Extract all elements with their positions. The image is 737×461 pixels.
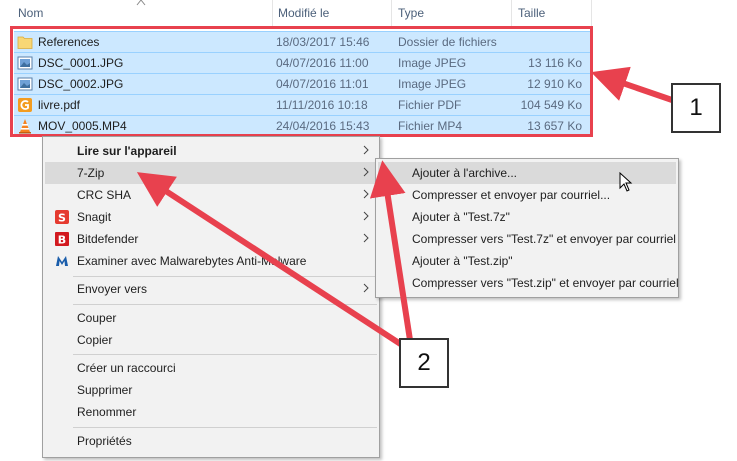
menu-item-label: Supprimer bbox=[77, 383, 133, 397]
file-size: 104 549 Ko bbox=[520, 98, 582, 112]
file-name: MOV_0005.MP4 bbox=[38, 119, 127, 133]
column-header: Nom Modifié le Type Taille bbox=[0, 0, 737, 26]
menu-item-play-on-device[interactable]: Lire sur l'appareil bbox=[45, 140, 377, 162]
svg-text:B: B bbox=[58, 234, 66, 247]
file-size: 13 657 Ko bbox=[527, 119, 582, 133]
menu-item-label: Propriétés bbox=[77, 434, 132, 448]
pdf-icon bbox=[18, 98, 32, 112]
menu-item-malwarebytes[interactable]: Examiner avec Malwarebytes Anti-Malware bbox=[45, 250, 377, 272]
menu-item-send-to[interactable]: Envoyer vers bbox=[45, 278, 377, 300]
file-type: Fichier MP4 bbox=[398, 119, 463, 133]
menu-item-add-to-7z[interactable]: Ajouter à "Test.7z" bbox=[378, 206, 676, 228]
file-date: 04/07/2016 11:00 bbox=[276, 56, 369, 70]
column-name[interactable]: Nom bbox=[18, 0, 43, 26]
file-name: References bbox=[38, 35, 100, 49]
menu-item-compress-7z-email[interactable]: Compresser vers "Test.7z" et envoyer par… bbox=[378, 228, 676, 250]
menu-item-crc-sha[interactable]: CRC SHA bbox=[45, 184, 377, 206]
chevron-right-icon bbox=[363, 167, 369, 177]
callout-1: 1 bbox=[671, 83, 721, 133]
file-size: 13 116 Ko bbox=[528, 56, 582, 70]
file-type: Image JPEG bbox=[398, 56, 467, 70]
svg-text:S: S bbox=[58, 212, 66, 225]
context-menu: Lire sur l'appareil 7-Zip CRC SHA S Snag… bbox=[42, 136, 380, 458]
chevron-right-icon bbox=[363, 283, 369, 293]
menu-item-compress-zip-email[interactable]: Compresser vers "Test.zip" et envoyer pa… bbox=[378, 272, 679, 294]
sort-ascending-icon bbox=[136, 0, 146, 6]
menu-item-label: Ajouter à "Test.7z" bbox=[412, 210, 510, 224]
column-type[interactable]: Type bbox=[398, 0, 424, 26]
7zip-submenu: Ajouter à l'archive... Compresser et env… bbox=[375, 158, 679, 298]
column-divider[interactable] bbox=[272, 0, 273, 26]
column-size[interactable]: Taille bbox=[518, 0, 545, 26]
menu-item-rename[interactable]: Renommer bbox=[45, 401, 377, 423]
snagit-icon: S bbox=[55, 210, 69, 225]
menu-item-label: Lire sur l'appareil bbox=[77, 144, 177, 158]
menu-item-delete[interactable]: Supprimer bbox=[45, 379, 377, 401]
file-row[interactable]: References 18/03/2017 15:46 Dossier de f… bbox=[14, 31, 590, 52]
menu-item-label: CRC SHA bbox=[77, 188, 132, 202]
menu-item-cut[interactable]: Couper bbox=[45, 307, 377, 329]
file-date: 24/04/2016 15:43 bbox=[276, 119, 370, 133]
menu-item-7zip[interactable]: 7-Zip bbox=[45, 162, 377, 184]
file-row[interactable]: livre.pdf 11/11/2016 10:18 Fichier PDF 1… bbox=[14, 94, 590, 115]
menu-item-label: Compresser vers "Test.zip" et envoyer pa… bbox=[412, 276, 679, 290]
image-icon bbox=[17, 77, 33, 91]
file-name: livre.pdf bbox=[38, 98, 81, 112]
file-type: Dossier de fichiers bbox=[398, 35, 497, 49]
file-type: Image JPEG bbox=[398, 77, 467, 91]
menu-item-label: Renommer bbox=[77, 405, 137, 419]
image-icon bbox=[17, 56, 33, 70]
menu-item-label: Ajouter à l'archive... bbox=[412, 166, 518, 180]
column-divider[interactable] bbox=[591, 0, 592, 26]
file-row[interactable]: MOV_0005.MP4 24/04/2016 15:43 Fichier MP… bbox=[14, 115, 590, 136]
chevron-right-icon bbox=[363, 233, 369, 243]
menu-separator bbox=[73, 276, 377, 277]
menu-item-label: Snagit bbox=[77, 210, 112, 224]
file-date: 11/11/2016 10:18 bbox=[276, 98, 368, 112]
menu-separator bbox=[73, 354, 377, 355]
menu-item-snagit[interactable]: S Snagit bbox=[45, 206, 377, 228]
file-name: DSC_0002.JPG bbox=[38, 77, 124, 91]
column-modified[interactable]: Modifié le bbox=[278, 0, 329, 26]
mouse-cursor-icon bbox=[619, 172, 633, 192]
malwarebytes-icon bbox=[56, 256, 68, 266]
chevron-right-icon bbox=[363, 145, 369, 155]
menu-item-label: Copier bbox=[77, 333, 113, 347]
menu-separator bbox=[73, 427, 377, 428]
menu-item-add-to-zip[interactable]: Ajouter à "Test.zip" bbox=[378, 250, 676, 272]
file-row[interactable]: DSC_0001.JPG 04/07/2016 11:00 Image JPEG… bbox=[14, 52, 590, 73]
menu-item-label: Ajouter à "Test.zip" bbox=[412, 254, 513, 268]
column-divider[interactable] bbox=[511, 0, 512, 26]
menu-item-properties[interactable]: Propriétés bbox=[45, 430, 377, 452]
menu-item-bitdefender[interactable]: B Bitdefender bbox=[45, 228, 377, 250]
menu-item-create-shortcut[interactable]: Créer un raccourci bbox=[45, 357, 377, 379]
menu-item-label: Créer un raccourci bbox=[77, 361, 176, 375]
menu-item-label: Compresser et envoyer par courriel... bbox=[412, 188, 611, 202]
file-row[interactable]: DSC_0002.JPG 04/07/2016 11:01 Image JPEG… bbox=[14, 73, 590, 94]
vlc-icon bbox=[19, 119, 31, 134]
menu-item-label: Envoyer vers bbox=[77, 282, 148, 296]
folder-icon bbox=[17, 36, 33, 49]
file-date: 18/03/2017 15:46 bbox=[276, 35, 370, 49]
menu-item-label: 7-Zip bbox=[77, 166, 105, 180]
arrow-to-selection bbox=[590, 66, 673, 103]
callout-2: 2 bbox=[399, 338, 449, 388]
menu-item-copy[interactable]: Copier bbox=[45, 329, 377, 351]
menu-item-label: Couper bbox=[77, 311, 117, 325]
menu-separator bbox=[73, 304, 377, 305]
chevron-right-icon bbox=[363, 189, 369, 199]
file-date: 04/07/2016 11:01 bbox=[276, 77, 369, 91]
file-type: Fichier PDF bbox=[398, 98, 462, 112]
file-name: DSC_0001.JPG bbox=[38, 56, 124, 70]
chevron-right-icon bbox=[363, 211, 369, 221]
menu-item-label: Compresser vers "Test.7z" et envoyer par… bbox=[412, 232, 676, 246]
menu-item-label: Bitdefender bbox=[77, 232, 139, 246]
menu-item-label: Examiner avec Malwarebytes Anti-Malware bbox=[77, 254, 307, 268]
column-divider[interactable] bbox=[391, 0, 392, 26]
file-size: 12 910 Ko bbox=[527, 77, 582, 91]
bitdefender-icon: B bbox=[55, 232, 69, 247]
